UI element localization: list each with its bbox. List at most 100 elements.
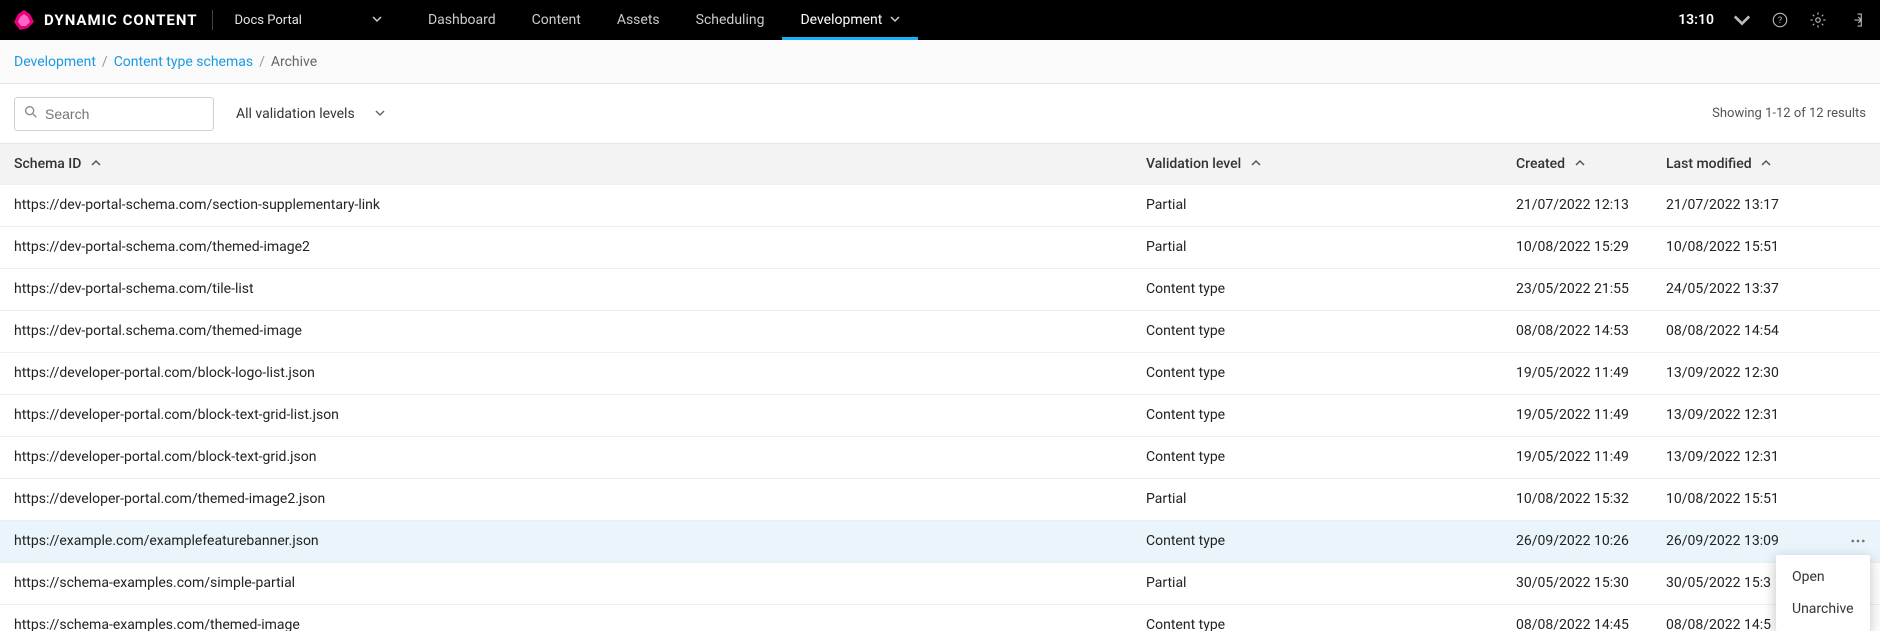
cell-created: 08/08/2022 14:45 bbox=[1502, 604, 1652, 631]
nav-tab-scheduling[interactable]: Scheduling bbox=[678, 0, 783, 40]
cell-created: 19/05/2022 11:49 bbox=[1502, 436, 1652, 478]
nav-tab-label: Content bbox=[532, 12, 581, 28]
table-header-row: Schema ID Validation level Created Last … bbox=[0, 144, 1880, 184]
cell-modified: 13/09/2022 12:31 bbox=[1652, 394, 1832, 436]
table-row[interactable]: https://dev-portal-schema.com/tile-listC… bbox=[0, 268, 1880, 310]
col-actions bbox=[1832, 144, 1880, 184]
brand-name: DYNAMIC CONTENT bbox=[44, 11, 198, 29]
cell-created: 19/05/2022 11:49 bbox=[1502, 394, 1652, 436]
brand-logo-icon bbox=[12, 8, 36, 32]
table-row[interactable]: https://developer-portal.com/block-text-… bbox=[0, 394, 1880, 436]
table-row[interactable]: https://example.com/examplefeaturebanner… bbox=[0, 520, 1880, 562]
breadcrumb-separator: / bbox=[259, 54, 265, 70]
svg-text:?: ? bbox=[1778, 16, 1782, 26]
cell-validation: Content type bbox=[1132, 604, 1502, 631]
cell-actions bbox=[1832, 184, 1880, 226]
table-row[interactable]: https://schema-examples.com/simple-parti… bbox=[0, 562, 1880, 604]
search-field[interactable] bbox=[14, 97, 214, 131]
cell-created: 10/08/2022 15:29 bbox=[1502, 226, 1652, 268]
cell-modified: 10/08/2022 15:51 bbox=[1652, 478, 1832, 520]
help-icon[interactable]: ? bbox=[1768, 8, 1792, 32]
cell-validation: Content type bbox=[1132, 352, 1502, 394]
sort-asc-icon bbox=[1575, 156, 1585, 172]
cell-schema-id: https://dev-portal.schema.com/themed-ima… bbox=[0, 310, 1132, 352]
chevron-down-icon bbox=[890, 12, 900, 28]
cell-schema-id: https://developer-portal.com/themed-imag… bbox=[0, 478, 1132, 520]
col-created[interactable]: Created bbox=[1502, 144, 1652, 184]
col-validation-level[interactable]: Validation level bbox=[1132, 144, 1502, 184]
nav-tab-label: Development bbox=[800, 12, 882, 28]
row-menu-button[interactable] bbox=[1846, 529, 1870, 553]
col-label: Validation level bbox=[1146, 156, 1241, 172]
breadcrumb-link[interactable]: Development bbox=[14, 54, 96, 70]
filter-label: All validation levels bbox=[236, 106, 355, 122]
cell-modified: 08/08/2022 14:54 bbox=[1652, 310, 1832, 352]
table-row[interactable]: https://schema-examples.com/themed-image… bbox=[0, 604, 1880, 631]
cell-schema-id: https://developer-portal.com/block-logo-… bbox=[0, 352, 1132, 394]
cell-actions bbox=[1832, 310, 1880, 352]
cell-created: 26/09/2022 10:26 bbox=[1502, 520, 1652, 562]
cell-schema-id: https://example.com/examplefeaturebanner… bbox=[0, 520, 1132, 562]
exit-icon[interactable] bbox=[1844, 8, 1868, 32]
col-label: Created bbox=[1516, 156, 1565, 172]
hub-selector[interactable]: Docs Portal bbox=[227, 9, 390, 32]
nav-tab-label: Assets bbox=[617, 12, 660, 28]
nav-tab-dashboard[interactable]: Dashboard bbox=[410, 0, 514, 40]
cell-actions bbox=[1832, 268, 1880, 310]
schemas-table: Schema ID Validation level Created Last … bbox=[0, 144, 1880, 631]
validation-level-filter[interactable]: All validation levels bbox=[228, 100, 393, 128]
clock: 13:10 bbox=[1678, 12, 1714, 28]
table-row[interactable]: https://developer-portal.com/block-logo-… bbox=[0, 352, 1880, 394]
col-last-modified[interactable]: Last modified bbox=[1652, 144, 1832, 184]
cell-validation: Partial bbox=[1132, 478, 1502, 520]
search-input[interactable] bbox=[45, 106, 205, 122]
sort-asc-icon bbox=[1761, 156, 1771, 172]
search-icon bbox=[23, 104, 39, 124]
cell-validation: Content type bbox=[1132, 436, 1502, 478]
cell-validation: Partial bbox=[1132, 562, 1502, 604]
cell-validation: Partial bbox=[1132, 226, 1502, 268]
table-row[interactable]: https://developer-portal.com/themed-imag… bbox=[0, 478, 1880, 520]
cell-schema-id: https://developer-portal.com/block-text-… bbox=[0, 436, 1132, 478]
top-nav: DYNAMIC CONTENT Docs Portal Dashboard Con… bbox=[0, 0, 1880, 40]
cell-schema-id: https://dev-portal-schema.com/section-su… bbox=[0, 184, 1132, 226]
gear-icon[interactable] bbox=[1806, 8, 1830, 32]
nav-tab-content[interactable]: Content bbox=[514, 0, 599, 40]
sort-asc-icon bbox=[91, 156, 101, 172]
table-row[interactable]: https://developer-portal.com/block-text-… bbox=[0, 436, 1880, 478]
col-schema-id[interactable]: Schema ID bbox=[0, 144, 1132, 184]
sort-asc-icon bbox=[1251, 156, 1261, 172]
table-row[interactable]: https://dev-portal.schema.com/themed-ima… bbox=[0, 310, 1880, 352]
hub-name: Docs Portal bbox=[235, 13, 302, 28]
list-toolbar: All validation levels Showing 1-12 of 12… bbox=[0, 84, 1880, 144]
topbar-right: 13:10 ? bbox=[1678, 8, 1868, 32]
context-menu-item-unarchive[interactable]: Unarchive bbox=[1776, 593, 1870, 625]
context-menu-item-open[interactable]: Open bbox=[1776, 561, 1870, 593]
cell-modified: 10/08/2022 15:51 bbox=[1652, 226, 1832, 268]
brand-block: DYNAMIC CONTENT bbox=[12, 8, 198, 32]
cell-actions bbox=[1832, 394, 1880, 436]
cell-created: 10/08/2022 15:32 bbox=[1502, 478, 1652, 520]
cell-validation: Content type bbox=[1132, 310, 1502, 352]
cell-created: 23/05/2022 21:55 bbox=[1502, 268, 1652, 310]
breadcrumb-link[interactable]: Content type schemas bbox=[114, 54, 253, 70]
table-row[interactable]: https://dev-portal-schema.com/themed-ima… bbox=[0, 226, 1880, 268]
nav-tab-assets[interactable]: Assets bbox=[599, 0, 678, 40]
table-row[interactable]: https://dev-portal-schema.com/section-su… bbox=[0, 184, 1880, 226]
cell-schema-id: https://schema-examples.com/themed-image bbox=[0, 604, 1132, 631]
cell-actions bbox=[1832, 226, 1880, 268]
col-label: Last modified bbox=[1666, 156, 1752, 172]
col-label: Schema ID bbox=[14, 156, 81, 172]
cell-schema-id: https://developer-portal.com/block-text-… bbox=[0, 394, 1132, 436]
main-nav-tabs: Dashboard Content Assets Scheduling Developm… bbox=[410, 0, 918, 40]
divider bbox=[212, 10, 213, 30]
cell-modified: 13/09/2022 12:30 bbox=[1652, 352, 1832, 394]
nav-tab-label: Dashboard bbox=[428, 12, 496, 28]
nav-tab-development[interactable]: Development bbox=[782, 0, 918, 40]
cell-validation: Content type bbox=[1132, 520, 1502, 562]
chevron-down-icon[interactable] bbox=[1730, 8, 1754, 32]
breadcrumb-current: Archive bbox=[271, 54, 317, 70]
cell-modified: 21/07/2022 13:17 bbox=[1652, 184, 1832, 226]
results-summary: Showing 1-12 of 12 results bbox=[1712, 106, 1866, 121]
cell-actions bbox=[1832, 352, 1880, 394]
